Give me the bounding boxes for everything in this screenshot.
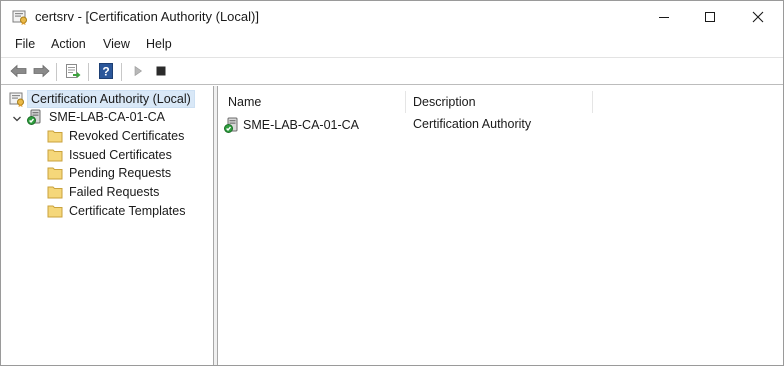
list-item-name: SME-LAB-CA-01-CA	[243, 118, 359, 132]
list-item-name-cell: SME-LAB-CA-01-CA	[224, 117, 359, 133]
export-list-icon	[65, 63, 81, 82]
menu-bar: File Action View Help	[1, 34, 783, 56]
column-divider[interactable]	[592, 91, 593, 113]
folder-icon	[47, 203, 63, 219]
folder-icon	[47, 165, 63, 181]
tree-item-label: SME-LAB-CA-01-CA	[49, 110, 165, 124]
tree-item-label: Failed Requests	[69, 185, 160, 199]
menu-file[interactable]: File	[13, 37, 37, 51]
tree-item-failed-requests[interactable]: Failed Requests	[47, 183, 162, 201]
ca-server-icon	[27, 109, 43, 125]
stop-service-icon	[155, 65, 167, 80]
column-divider[interactable]	[405, 91, 406, 113]
console-tree: Certification Authority (Local) SME-LAB-…	[3, 86, 214, 365]
chevron-down-icon[interactable]	[12, 113, 22, 123]
menu-action[interactable]: Action	[49, 37, 88, 51]
forward-arrow-icon	[32, 64, 50, 81]
maximize-icon	[704, 11, 716, 23]
close-icon	[752, 11, 764, 23]
certsrv-app-icon	[12, 9, 28, 25]
folder-icon	[47, 184, 63, 200]
tree-item-sme-lab-ca[interactable]: SME-LAB-CA-01-CA	[27, 108, 168, 126]
export-list-button[interactable]	[63, 62, 83, 82]
svg-text:?: ?	[102, 64, 109, 78]
toolbar-separator	[88, 63, 89, 81]
tree-item-issued-certificates[interactable]: Issued Certificates	[47, 146, 175, 164]
folder-icon	[47, 128, 63, 144]
tree-item-certificate-templates[interactable]: Certificate Templates	[47, 202, 189, 220]
list-item-description: Certification Authority	[413, 117, 532, 131]
start-service-icon	[132, 65, 144, 80]
toolbar-separator	[56, 63, 57, 81]
tree-item-label: Certificate Templates	[69, 204, 186, 218]
minimize-icon	[658, 11, 670, 23]
back-arrow-icon	[10, 64, 28, 81]
column-header-name[interactable]: Name	[228, 90, 261, 114]
menu-help[interactable]: Help	[144, 37, 174, 51]
toolbar: ?	[1, 57, 783, 85]
app-window: certsrv - [Certification Authority (Loca…	[0, 0, 784, 366]
tree-item-pending-requests[interactable]: Pending Requests	[47, 164, 174, 182]
tree-item-label: Revoked Certificates	[69, 129, 185, 143]
close-button[interactable]	[735, 1, 781, 33]
tree-item-revoked-certificates[interactable]: Revoked Certificates	[47, 127, 187, 145]
window-title: certsrv - [Certification Authority (Loca…	[35, 9, 259, 24]
stop-service-button[interactable]	[151, 62, 171, 82]
certification-authority-icon	[9, 91, 25, 107]
tree-item-label: Pending Requests	[69, 166, 172, 180]
folder-icon	[47, 147, 63, 163]
tree-item-label: Certification Authority (Local)	[27, 90, 195, 108]
start-service-button[interactable]	[128, 62, 148, 82]
help-button[interactable]: ?	[96, 62, 116, 82]
maximize-button[interactable]	[687, 1, 733, 33]
console-content: Certification Authority (Local) SME-LAB-…	[1, 86, 783, 365]
minimize-button[interactable]	[641, 1, 687, 33]
pane-splitter[interactable]	[214, 86, 218, 365]
column-header-description[interactable]: Description	[413, 90, 476, 114]
results-pane: Name Description SME-LAB-CA-01-CA Certif…	[219, 86, 783, 365]
help-icon: ?	[98, 62, 114, 82]
ca-server-icon	[224, 117, 240, 133]
forward-button[interactable]	[31, 62, 51, 82]
list-item[interactable]: SME-LAB-CA-01-CA Certification Authority	[223, 115, 773, 135]
toolbar-separator	[121, 63, 122, 81]
tree-item-certification-authority-local[interactable]: Certification Authority (Local)	[9, 90, 195, 108]
title-bar[interactable]: certsrv - [Certification Authority (Loca…	[1, 1, 783, 33]
back-button[interactable]	[9, 62, 29, 82]
menu-view[interactable]: View	[101, 37, 132, 51]
tree-item-label: Issued Certificates	[69, 148, 172, 162]
